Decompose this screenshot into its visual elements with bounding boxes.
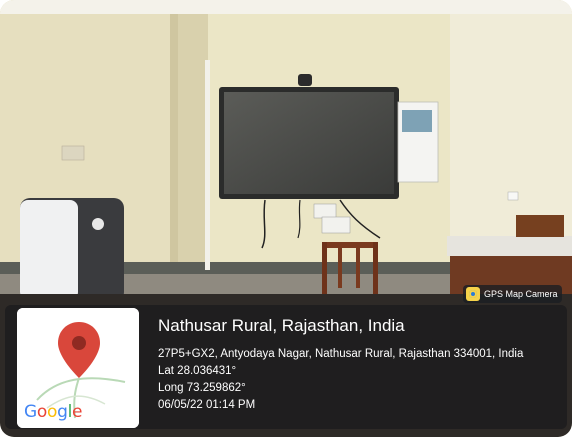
- google-logo-letter: G: [24, 402, 37, 422]
- desk: [447, 236, 572, 256]
- longitude-text: Long 73.259862°: [158, 382, 246, 394]
- address-text: 27P5+GX2, Antyodaya Nagar, Nathusar Rura…: [158, 348, 524, 360]
- chair: [322, 242, 378, 248]
- google-logo-letter: o: [36, 402, 47, 422]
- latitude-text: Lat 28.036431°: [158, 365, 237, 377]
- google-logo-letter: g: [57, 402, 68, 422]
- google-logo: Google: [24, 402, 83, 422]
- map-thumbnail: Google: [17, 308, 139, 428]
- badge-label: GPS Map Camera: [484, 289, 558, 299]
- location-info: Nathusar Rural, Rajasthan, India 27P5+GX…: [158, 316, 523, 414]
- photo-frame: GPS Map Camera Google Nathusar Rural, Ra…: [0, 0, 572, 437]
- location-title: Nathusar Rural, Rajasthan, India: [158, 316, 405, 335]
- gps-map-camera-badge: GPS Map Camera: [463, 285, 562, 303]
- google-logo-letter: e: [72, 402, 83, 422]
- datetime-text: 06/05/22 01:14 PM: [158, 399, 256, 411]
- webcam: [298, 74, 312, 86]
- ceiling: [0, 0, 572, 14]
- switch-board: [313, 203, 337, 219]
- google-logo-letter: o: [46, 402, 58, 422]
- gps-map-camera-icon: [466, 287, 480, 301]
